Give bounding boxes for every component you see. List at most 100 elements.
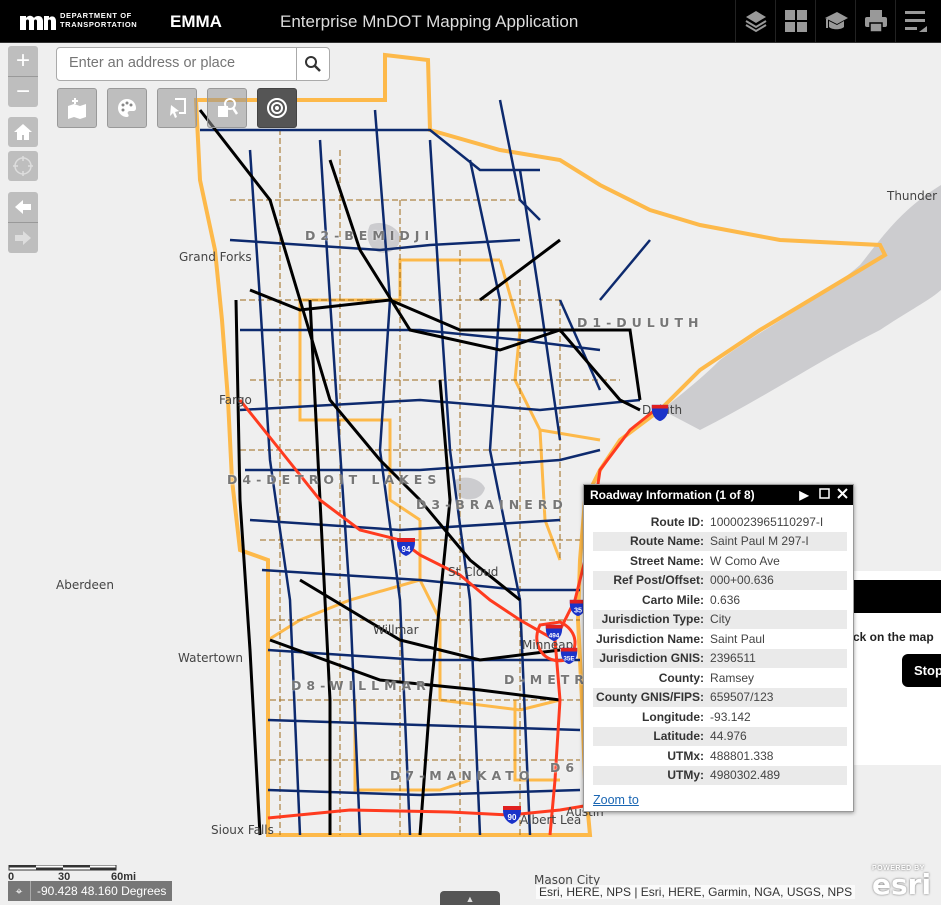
attribute-label: Ref Post/Offset: — [593, 570, 708, 590]
place-label-grand-forks: Grand Forks — [179, 250, 252, 264]
search-button[interactable] — [296, 48, 329, 80]
identify-side-panel: ck on the map Stop — [850, 571, 941, 765]
home-icon — [14, 124, 32, 140]
grid-icon — [785, 10, 807, 32]
attribute-label: Route Name: — [593, 531, 708, 551]
attribute-row: County: Ramsey — [593, 668, 847, 688]
stop-button[interactable]: Stop — [902, 654, 941, 687]
app-name: EMMA — [170, 12, 222, 31]
shield-label: 90 — [508, 813, 517, 822]
locate-icon — [13, 156, 33, 176]
logo-text: DEPARTMENT OF TRANSPORTATION — [60, 11, 137, 29]
address-search — [56, 47, 330, 81]
place-label-st-cloud: St Cloud — [448, 565, 499, 579]
interstate-shield-94: 94 — [397, 538, 415, 556]
attribute-value: -93.142 — [710, 709, 751, 724]
menu-button[interactable] — [895, 0, 936, 42]
shield-label: 35 — [574, 606, 582, 615]
coordinate-text: -90.428 48.160 Degrees — [37, 884, 167, 898]
attribute-row: Jurisdiction Type: City — [593, 609, 847, 629]
select-features-button[interactable] — [157, 88, 197, 128]
attribute-row: Jurisdiction GNIS: 2396511 — [593, 648, 847, 668]
app-title: Enterprise MnDOT Mapping Application — [280, 12, 579, 31]
attribute-label: Latitude: — [593, 726, 708, 746]
interstate-shield-90: 90 — [503, 806, 521, 824]
close-icon — [836, 488, 848, 499]
interstate-shield-35e: 35E — [560, 647, 578, 665]
attribute-value: W Como Ave — [710, 553, 780, 568]
print-button[interactable] — [855, 0, 896, 42]
locate-control — [8, 151, 38, 181]
popup-next-button[interactable]: ▶ — [795, 485, 813, 505]
zoom-to-link[interactable]: Zoom to — [593, 793, 639, 807]
locate-button[interactable] — [8, 151, 38, 181]
shield-label: 494 — [549, 633, 560, 640]
basemap-gallery-button[interactable] — [775, 0, 816, 42]
popup-maximize-button[interactable] — [815, 485, 833, 505]
symbology-button[interactable] — [107, 88, 147, 128]
attribute-table: Route ID: 1000023965110297-I Route Name: Sa… — [593, 512, 847, 785]
zoom-in-button[interactable]: + — [8, 46, 38, 76]
place-label-willmar: Willmar — [373, 623, 419, 637]
zoom-controls: + − — [8, 46, 38, 107]
attribute-value: 0.636 — [710, 592, 741, 607]
graduation-cap-icon — [825, 12, 848, 30]
attribute-row: County GNIS/FIPS: 659507/123 — [593, 687, 847, 707]
zoom-out-button[interactable]: − — [8, 76, 38, 107]
popup-title: Roadway Information (1 of 8) — [590, 488, 755, 502]
home-control — [8, 117, 38, 147]
district-label-d7: D7-MANKATO — [390, 768, 535, 783]
add-data-button[interactable] — [57, 88, 97, 128]
query-button[interactable] — [207, 88, 247, 128]
layers-button[interactable] — [735, 0, 776, 42]
attribute-label: County: — [658, 670, 705, 685]
lake-superior — [662, 185, 941, 430]
attribute-value: Saint Paul — [710, 631, 765, 646]
side-panel-instruction: ck on the map — [853, 630, 934, 644]
attribute-label: Route ID: — [650, 514, 705, 529]
popup-close-button[interactable] — [833, 485, 851, 505]
previous-extent-button[interactable] — [8, 192, 38, 222]
attribute-row: UTMx: 488801.338 — [593, 746, 847, 766]
attribute-label: Carto Mile: — [642, 592, 705, 607]
attribute-value: 659507/123 — [707, 687, 847, 707]
attribute-value: 488801.338 — [710, 748, 774, 763]
place-label-fargo: Fargo — [219, 393, 252, 407]
extent-navigation — [8, 192, 38, 253]
map-view[interactable]: Grand Forks Fargo Duluth Thunder B Aberd… — [0, 43, 941, 905]
roadway-info-popup: Roadway Information (1 of 8) ▶ Route ID:… — [583, 484, 854, 812]
attribute-value: City — [707, 609, 847, 629]
play-icon: ▶ — [799, 488, 809, 502]
menu-icon — [905, 11, 927, 32]
attribute-row: Carto Mile: 0.636 — [593, 590, 847, 610]
bottom-drawer-toggle[interactable]: ▲ — [440, 891, 500, 905]
attribute-row: Longitude: -93.142 — [593, 707, 847, 727]
interstate-shield-35-duluth — [651, 404, 669, 422]
district-label-d1: D1-DULUTH — [577, 315, 704, 330]
identify-button[interactable] — [257, 88, 297, 128]
place-label-watertown: Watertown — [178, 651, 243, 665]
home-button[interactable] — [8, 117, 38, 147]
attribute-value: 000+00.636 — [707, 570, 847, 590]
attribute-label: Jurisdiction Type: — [593, 609, 708, 629]
shield-label: 94 — [402, 545, 411, 554]
add-data-icon — [68, 98, 86, 119]
attribute-value: 1000023965110297-I — [710, 514, 824, 529]
target-icon — [267, 98, 287, 118]
district-label-d2: D2-BEMIDJI — [305, 228, 435, 243]
attribute-row: Route Name: Saint Paul M 297-I — [593, 531, 847, 551]
arrow-left-icon — [15, 200, 31, 214]
coordinate-mode-button[interactable]: ⌖ — [8, 881, 31, 901]
search-input[interactable] — [57, 48, 307, 78]
next-extent-button[interactable] — [8, 222, 38, 253]
attribute-label: Jurisdiction GNIS: — [593, 648, 708, 668]
search-icon — [305, 56, 321, 72]
layers-icon — [745, 11, 767, 33]
attribute-value: 4980302.489 — [707, 765, 847, 785]
attribute-value: 44.976 — [707, 726, 847, 746]
attribute-value: 2396511 — [707, 648, 847, 668]
mndot-logo-icon — [20, 15, 56, 30]
attribute-label: Jurisdiction Name: — [596, 631, 705, 646]
attribute-row: UTMy: 4980302.489 — [593, 765, 847, 785]
help-button[interactable] — [815, 0, 856, 42]
